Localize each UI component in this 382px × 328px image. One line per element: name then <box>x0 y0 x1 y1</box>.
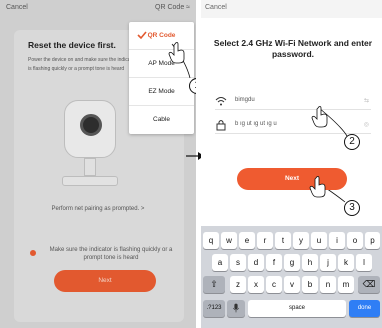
key-c[interactable]: c <box>266 276 282 293</box>
wifi-icon <box>215 97 227 106</box>
ssid-value: bimgdu <box>235 97 255 103</box>
right-next-button[interactable]: Next <box>237 168 347 190</box>
key-v[interactable]: v <box>284 276 300 293</box>
key-g[interactable]: g <box>284 254 300 271</box>
key-a[interactable]: a <box>212 254 228 271</box>
wifi-password-field[interactable]: b ıg ut ıg ut ıg u ◎ <box>215 118 371 134</box>
key-y[interactable]: y <box>293 232 309 249</box>
perform-pairing-link[interactable]: Perform net pairing as prompted. > <box>0 206 196 212</box>
key-r[interactable]: r <box>257 232 273 249</box>
lock-icon <box>216 120 226 131</box>
shift-key[interactable]: ⇧ <box>203 276 225 293</box>
step-badge-three: 3 <box>344 200 360 216</box>
left-top-bar: Cancel QR Code ≈ <box>0 0 196 18</box>
right-cancel-button[interactable]: Cancel <box>205 4 227 11</box>
keyboard-row-1: q w e r t y u i o p <box>201 232 382 250</box>
keyboard-row-3: ⇧ z x c v b n m ⌫ <box>201 276 382 294</box>
microphone-key[interactable] <box>227 300 245 317</box>
camera-lens <box>80 114 102 136</box>
key-d[interactable]: d <box>248 254 264 271</box>
hand-pointer-icon <box>309 176 329 198</box>
key-p[interactable]: p <box>365 232 380 249</box>
menu-item-label: QR Code <box>147 32 176 39</box>
menu-item-cable[interactable]: Cable <box>129 106 194 134</box>
key-q[interactable]: q <box>203 232 219 249</box>
password-value: b ıg ut ıg ut ıg u <box>235 121 277 127</box>
key-j[interactable]: j <box>320 254 336 271</box>
space-key[interactable]: space <box>248 300 346 317</box>
key-t[interactable]: t <box>275 232 291 249</box>
done-key[interactable]: done <box>349 300 380 317</box>
keyboard-row-2: a s d f g h j k l <box>201 254 382 272</box>
left-screen: Cancel QR Code ≈ Reset the device first.… <box>0 0 196 328</box>
key-b[interactable]: b <box>302 276 318 293</box>
confirm-radio[interactable] <box>30 250 36 256</box>
reset-description: Power the device on and make sure the in… <box>28 57 137 72</box>
key-n[interactable]: n <box>320 276 336 293</box>
left-cancel-button[interactable]: Cancel <box>6 4 28 11</box>
key-x[interactable]: x <box>248 276 264 293</box>
hand-pointer-icon <box>168 42 188 64</box>
microphone-icon <box>232 303 240 313</box>
mode-dropdown-menu: QR Code AP Mode EZ Mode Cable <box>129 22 194 134</box>
key-z[interactable]: z <box>230 276 246 293</box>
wifi-ssid-field[interactable]: bimgdu ⇆ <box>215 94 371 110</box>
key-o[interactable]: o <box>347 232 363 249</box>
key-e[interactable]: e <box>239 232 255 249</box>
key-f[interactable]: f <box>266 254 282 271</box>
check-icon <box>137 31 147 40</box>
onscreen-keyboard: q w e r t y u i o p a s d f g h j k l ⇧ … <box>201 226 382 328</box>
key-h[interactable]: h <box>302 254 318 271</box>
step-badge-two: 2 <box>344 134 360 150</box>
camera-base <box>62 176 118 186</box>
key-i[interactable]: i <box>329 232 345 249</box>
key-w[interactable]: w <box>221 232 237 249</box>
menu-item-label: EZ Mode <box>148 88 175 95</box>
key-u[interactable]: u <box>311 232 327 249</box>
qr-code-mode-button[interactable]: QR Code ≈ <box>155 4 190 11</box>
show-password-icon[interactable]: ◎ <box>364 121 369 128</box>
switch-network-icon[interactable]: ⇆ <box>364 97 369 104</box>
numbers-key[interactable]: .?123 <box>203 300 225 317</box>
right-screen: Cancel Select 2.4 GHz Wi-Fi Network and … <box>201 0 382 328</box>
key-s[interactable]: s <box>230 254 246 271</box>
camera-neck <box>84 158 96 176</box>
wifi-heading: Select 2.4 GHz Wi-Fi Network and enter p… <box>213 38 373 59</box>
tutorial-composite: Cancel QR Code ≈ Reset the device first.… <box>0 0 382 328</box>
keyboard-row-4: .?123 space done <box>201 300 382 318</box>
key-k[interactable]: k <box>338 254 354 271</box>
reset-title: Reset the device first. <box>28 40 116 50</box>
menu-item-label: Cable <box>153 116 170 123</box>
key-l[interactable]: l <box>356 254 372 271</box>
menu-item-ez-mode[interactable]: EZ Mode <box>129 78 194 106</box>
key-m[interactable]: m <box>338 276 354 293</box>
left-next-button[interactable]: Next <box>54 270 156 292</box>
confirm-text: Make sure the indicator is flashing quic… <box>49 247 173 261</box>
hand-pointer-icon <box>311 106 331 128</box>
backspace-key[interactable]: ⌫ <box>358 276 380 293</box>
